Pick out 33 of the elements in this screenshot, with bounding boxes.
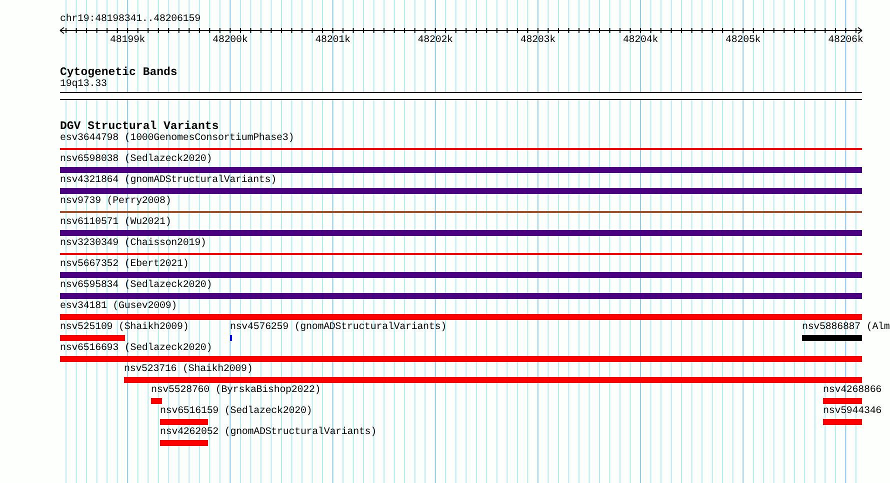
variant-label: nsv4268866 — [823, 385, 882, 397]
tick-label: 48203k — [520, 35, 556, 47]
variant-bar[interactable] — [230, 335, 232, 341]
track-title: Cytogenetic Bands — [60, 66, 178, 79]
variant-label: nsv6595834 (Sedlazeck2020) — [60, 280, 212, 292]
variant-label: nsv525109 (Shaikh2009) — [60, 322, 189, 334]
tick-label: 48206k — [828, 35, 864, 47]
tick-label: 48202k — [418, 35, 453, 47]
variant-bar[interactable] — [150, 398, 162, 404]
variant-label: esv3644798 (1000GenomesConsortiumPhase3) — [60, 133, 294, 145]
variant-label: nsv5528760 (ByrskaBishop2022) — [150, 385, 321, 397]
variant-label: nsv5944346 — [823, 406, 882, 418]
location-label: chr19:48198341..48206159 — [60, 14, 202, 26]
variant-label: nsv6598038 (Sedlazeck2020) — [60, 154, 212, 166]
variant-label: nsv4262052 (gnomADStructuralVariants) — [160, 427, 377, 439]
tick-label: 48199k — [110, 35, 146, 47]
band-label: 19q13.33 — [60, 79, 108, 91]
tick-label: 48200k — [212, 35, 248, 47]
tick-label: 48205k — [726, 35, 761, 47]
tick-label: 48201k — [315, 35, 350, 47]
variant-label: nsv6110571 (Wu2021) — [60, 217, 172, 229]
variant-label: nsv5667352 (Ebert2021) — [60, 259, 189, 271]
variant-label: nsv6516159 (Sedlazeck2020) — [160, 406, 312, 418]
variant-label: nsv523716 (Shaikh2009) — [124, 364, 253, 376]
variant-label: nsv3230349 (Chaisson2019) — [60, 238, 206, 250]
variant-label: nsv4321864 (gnomADStructuralVariants) — [60, 175, 276, 187]
track-title: DGV Structural Variants — [60, 120, 219, 133]
variant-label: esv34181 (Gusev2009) — [60, 301, 178, 313]
variant-label: nsv5886887 (Alm — [802, 322, 890, 334]
variant-label: nsv4576259 (gnomADStructuralVariants) — [230, 322, 446, 334]
tick-label: 48204k — [622, 35, 658, 47]
variant-label: nsv9739 (Perry2008) — [60, 196, 172, 208]
variant-label: nsv6516693 (Sedlazeck2020) — [60, 343, 212, 355]
